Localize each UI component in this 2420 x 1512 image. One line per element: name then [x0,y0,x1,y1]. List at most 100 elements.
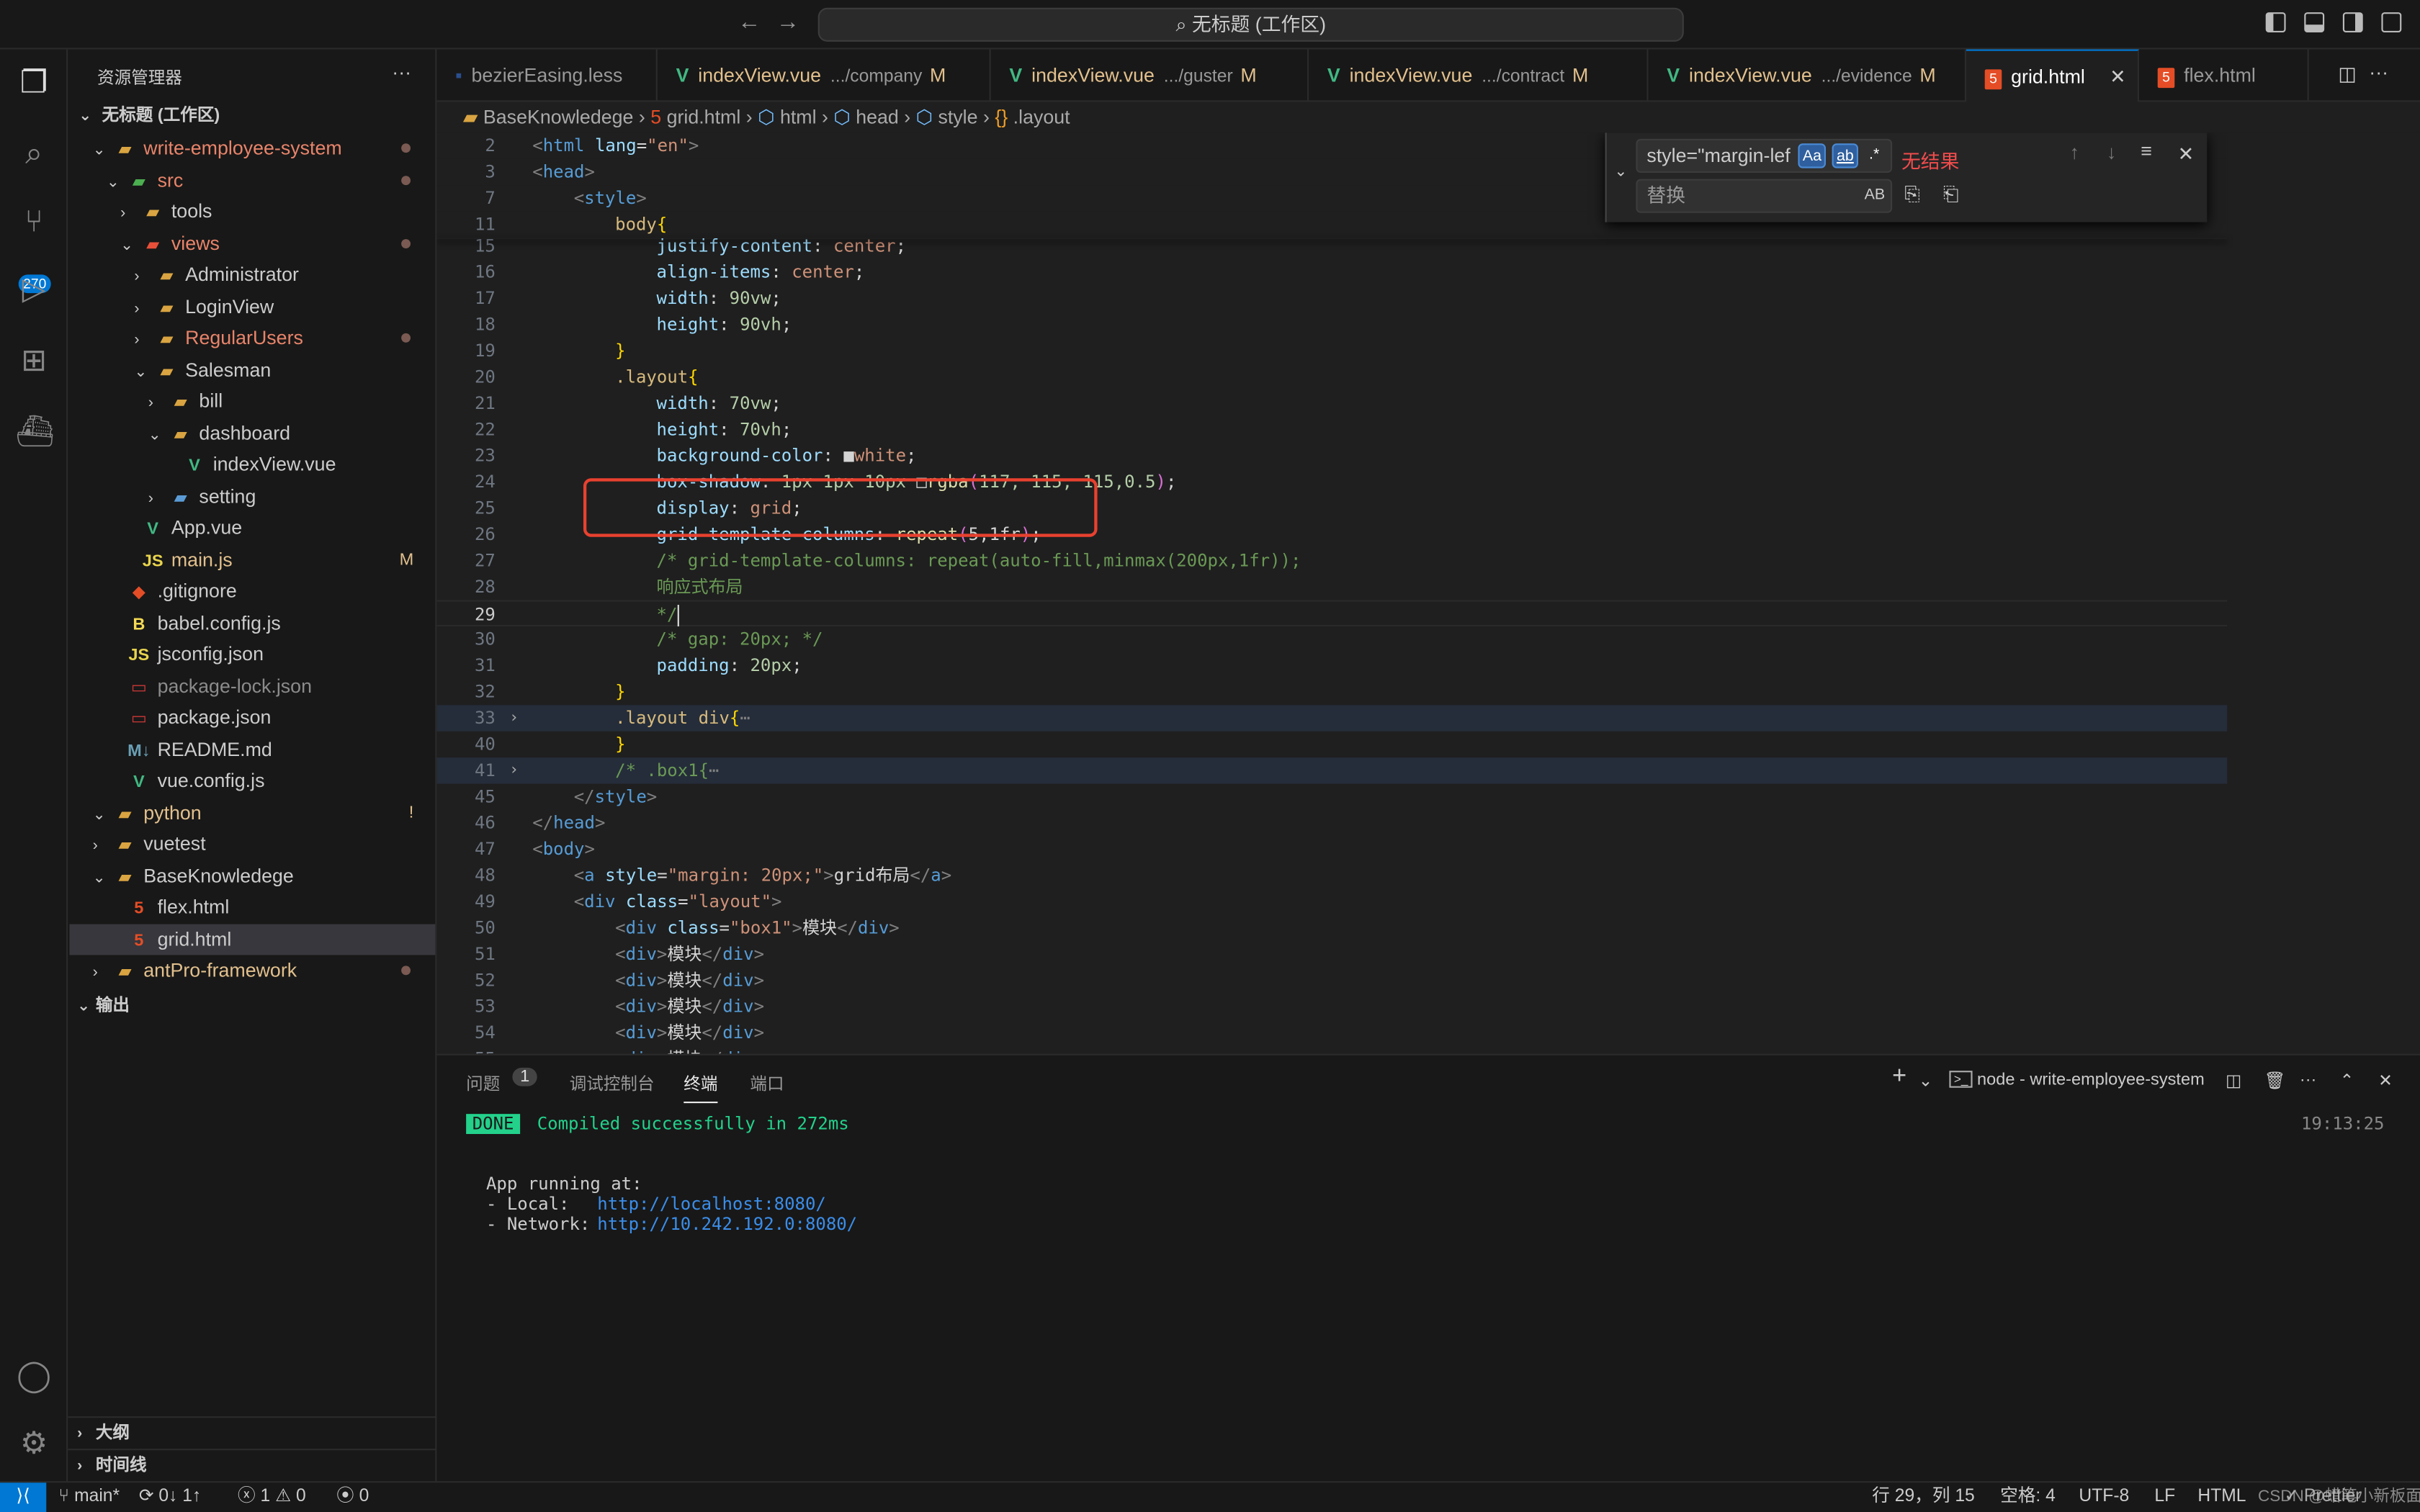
tree-item-regularusers[interactable]: › ▰ RegularUsers [69,323,435,354]
close-tab-icon[interactable]: ✕ [2110,66,2125,88]
tree-item-package-json[interactable]: ▭ package.json [69,702,435,733]
tab-indexView-vue-evidence[interactable]: VindexView.vue .../evidence M [1649,49,1966,102]
outline-section[interactable]: › 大纲 [68,1416,437,1447]
tab-ports[interactable]: 端口 [750,1071,784,1095]
terminal-dropdown-icon[interactable]: ⌄ [1919,1071,1933,1091]
kill-terminal-trash-icon[interactable]: 🗑 [2264,1071,2286,1091]
fold-chevron-icon[interactable]: › [509,705,519,731]
code-line[interactable]: 17 width: 90vw; [436,285,2227,311]
tab-flex-html[interactable]: 5 flex.html [2139,49,2309,102]
new-terminal-icon[interactable]: + [1892,1063,1906,1091]
close-panel-icon[interactable]: ✕ [2378,1071,2393,1091]
breadcrumb-item[interactable]: BaseKnowledege [483,107,633,128]
code-line[interactable]: 21 width: 70vw; [436,390,2227,416]
find-input[interactable]: style="margin-lef Aa ab .* [1636,138,1893,173]
tree-item-jsconfig-json[interactable]: JS jsconfig.json [69,639,435,670]
code-line[interactable]: 22 height: 70vh; [436,417,2227,443]
breadcrumb-item[interactable]: grid.html [667,107,741,128]
problems-indicator[interactable]: ⓧ 1 ⚠ 0 [238,1482,306,1512]
toggle-replace-icon[interactable]: ⌄ [1614,163,1627,181]
tab-bezierEasing-less[interactable]: ▪ bezierEasing.less [436,49,658,102]
tree-item-setting[interactable]: › ▰ setting [69,481,435,512]
tree-item-administrator[interactable]: › ▰ Administrator [69,259,435,290]
tree-item-salesman[interactable]: ⌄ ▰ Salesman [69,354,435,385]
code-line[interactable]: 32} [436,679,2227,705]
code-line[interactable]: 55 <div>模块</div> [436,1046,2227,1053]
tree-item-main-js[interactable]: JS main.js M [69,544,435,575]
code-line[interactable]: 19} [436,338,2227,364]
breadcrumb-item[interactable]: html [780,107,817,128]
tree-item-package-lock-json[interactable]: ▭ package-lock.json [69,670,435,701]
search-icon[interactable]: ⌕ [15,136,52,173]
split-terminal-icon[interactable]: ◫ [2226,1071,2241,1091]
next-match-icon[interactable]: ↓ [2107,142,2116,163]
more-actions-icon[interactable]: ··· [2300,1071,2317,1089]
tab-indexView-vue-company[interactable]: VindexView.vue .../company M [658,49,991,102]
close-find-icon[interactable]: ✕ [2178,142,2194,165]
tree-item-babel-config-js[interactable]: Bbabel.config.js [69,607,435,638]
tab-problems[interactable]: 问题 [466,1071,500,1095]
tree-item-views[interactable]: ⌄ ▰ views [69,228,435,258]
code-line[interactable]: 16 align-items: center; [436,259,2227,285]
timeline-section[interactable]: › 时间线 [68,1449,437,1480]
code-line[interactable]: 20 .layout{ [436,364,2227,390]
match-case-toggle[interactable]: Aa [1798,143,1827,168]
encoding[interactable]: UTF-8 [2079,1482,2129,1512]
language-mode[interactable]: HTML [2197,1482,2246,1512]
replace-input[interactable]: 替换 AB [1636,179,1893,213]
code-line[interactable]: 51 <div>模块</div> [436,941,2227,967]
back-button[interactable]: ← [738,9,761,35]
more-actions-icon[interactable]: ··· [392,62,411,84]
tab-terminal[interactable]: 终端 [684,1071,718,1104]
tree-item-dashboard[interactable]: ⌄ ▰ dashboard [69,418,435,449]
tree-item-python[interactable]: ⌄ ▰ python! [69,797,435,828]
more-tab-actions-icon[interactable]: ··· [2369,62,2388,84]
code-editor[interactable]: ⌄ style="margin-lef Aa ab .* 无结果 ↑ ↓ ≡ ✕… [436,132,2420,1054]
code-line[interactable]: 48 <a style="margin: 20px;">grid布局</a> [436,863,2227,888]
fold-chevron-icon[interactable]: › [509,757,519,783]
maximize-panel-icon[interactable]: ⌃ [2340,1071,2354,1091]
tab-grid-html[interactable]: 5 grid.html ✕ [1966,49,2139,102]
indentation[interactable]: 空格: 4 [2000,1482,2056,1512]
tree-item-app-vue[interactable]: V App.vue [69,512,435,543]
line-ending[interactable]: LF [2154,1482,2175,1512]
run-debug-icon[interactable]: ▷ [15,271,52,308]
replace-one-icon[interactable]: ⎘ [1904,184,1919,207]
code-line[interactable]: 53 <div>模块</div> [436,994,2227,1020]
replace-all-icon[interactable]: ⎗ [1943,184,1958,207]
code-line[interactable]: 18 height: 90vh; [436,312,2227,338]
tree-item-flex-html[interactable]: 5 flex.html [69,892,435,923]
extensions-icon[interactable]: ⊞ [15,343,52,379]
workspace-root[interactable]: ⌄ 无标题 (工作区) [69,100,435,131]
tree-item-loginview[interactable]: › ▰ LoginView [69,291,435,322]
account-icon[interactable]: ◯ [15,1358,52,1395]
tree-item-vuetest[interactable]: › ▰ vuetest [69,829,435,860]
code-line[interactable]: 50 <div class="box1">模块</div> [436,915,2227,941]
breadcrumb-item[interactable]: head [856,107,899,128]
explorer-icon[interactable]: ❐ [15,65,52,102]
tree-item--gitignore[interactable]: ◆ .gitignore [69,575,435,606]
tree-item-bill[interactable]: › ▰ bill [69,386,435,417]
branch-indicator[interactable]: ⑂ main* [58,1482,120,1512]
tree-item-src[interactable]: ⌄ ▰ src [69,164,435,195]
code-line[interactable]: 45 </style> [436,784,2227,810]
code-line[interactable]: 29 */ [436,600,2228,626]
local-url-link[interactable]: http://localhost:8080/ [597,1194,826,1215]
breadcrumb-item[interactable]: .layout [1013,107,1070,128]
split-editor-icon[interactable]: ◫ [2338,62,2356,85]
customize-layout-icon[interactable] [2381,12,2402,32]
tree-item-grid-html[interactable]: 5 grid.html [69,923,436,955]
code-line[interactable]: 52 <div>模块</div> [436,968,2227,994]
code-line[interactable]: 54 <div>模块</div> [436,1020,2227,1045]
tree-item-readme-md[interactable]: M↓ README.md [69,734,435,765]
code-line[interactable]: 41 › /* .box1{⋯ [436,757,2228,784]
tree-item-tools[interactable]: › ▰ tools [69,196,435,227]
toggle-secondary-sidebar-icon[interactable] [2342,12,2363,32]
tree-item-vue-config-js[interactable]: Vvue.config.js [69,765,435,796]
tree-item-write-employee-system[interactable]: ⌄ ▰ write-employee-system [69,132,435,163]
toggle-sidebar-icon[interactable] [2265,12,2286,32]
network-url-link[interactable]: http://10.242.192.0:8080/ [597,1214,857,1234]
tab-debug-console[interactable]: 调试控制台 [570,1071,655,1095]
regex-toggle[interactable]: .* [1866,143,1883,168]
code-line[interactable]: 33 › .layout div{⋯ [436,705,2228,732]
